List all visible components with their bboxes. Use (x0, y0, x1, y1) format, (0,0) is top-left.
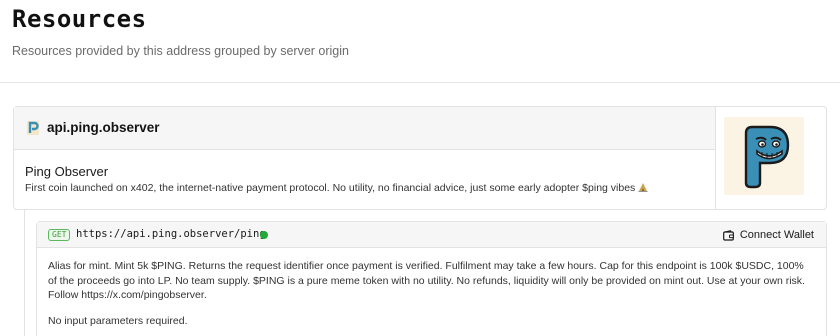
resource-url[interactable]: https://api.ping.observer/ping (76, 228, 266, 240)
page-title: Resources (12, 5, 147, 33)
page-header: Resources Resources provided by this add… (0, 0, 840, 83)
http-method-badge: GET (48, 229, 71, 241)
resource-description: Alias for mint. Mint 5k $PING. Returns t… (48, 260, 805, 301)
tree-connector-line (24, 210, 25, 336)
tent-emoji-icon (638, 183, 648, 192)
connect-wallet-label: Connect Wallet (739, 229, 814, 241)
ping-p-logo-icon (27, 121, 39, 135)
resource-card: GET https://api.ping.observer/ping Conne… (36, 221, 827, 336)
origin-logo (724, 117, 804, 195)
origin-body: Ping Observer First coin launched on x40… (14, 150, 716, 210)
origin-card: api.ping.observer Ping Observer First co… (13, 106, 827, 210)
origin-description-text: First coin launched on x402, the interne… (25, 182, 636, 194)
status-indicator-dot (260, 231, 268, 239)
origin-description: First coin launched on x402, the interne… (25, 182, 648, 194)
page-subtitle: Resources provided by this address group… (12, 44, 349, 58)
origin-header: api.ping.observer (14, 107, 716, 150)
ping-mascot-logo (724, 117, 804, 195)
resource-params-note: No input parameters required. (48, 315, 188, 327)
connect-wallet-button[interactable]: Connect Wallet (722, 227, 814, 243)
wallet-icon (722, 229, 734, 241)
origin-name: Ping Observer (25, 164, 109, 179)
resource-header: GET https://api.ping.observer/ping Conne… (37, 222, 826, 248)
origin-host[interactable]: api.ping.observer (47, 120, 160, 135)
